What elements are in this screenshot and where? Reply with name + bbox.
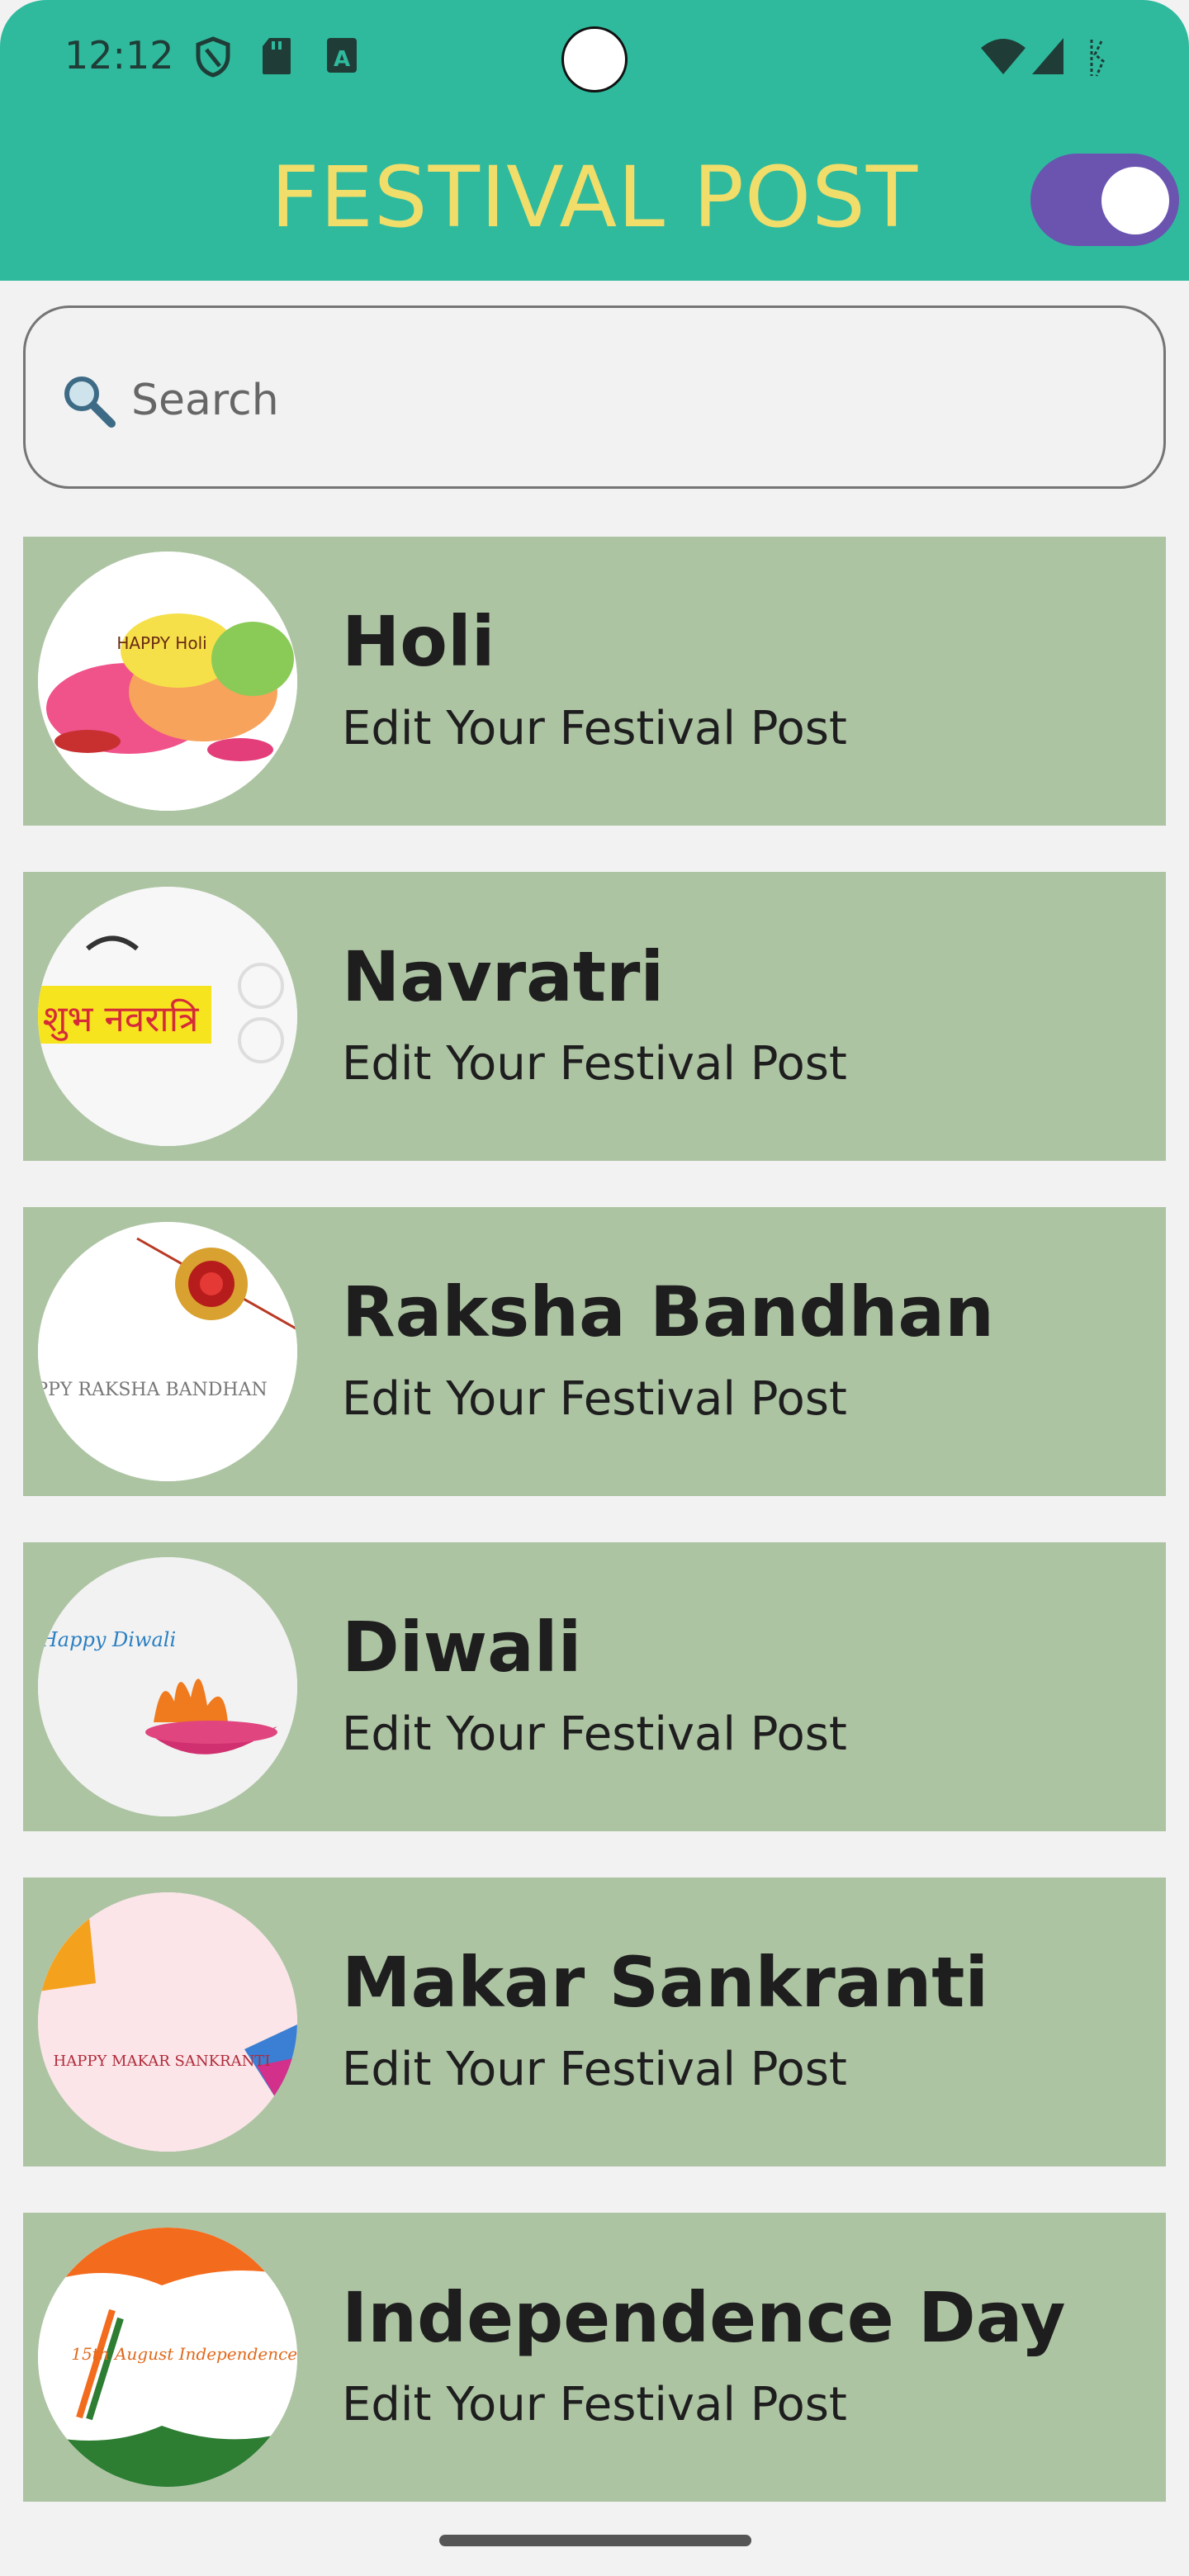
festival-subtitle: Edit Your Festival Post	[342, 2378, 847, 2432]
app-bar: 12:12 A FESTIVAL POST	[0, 0, 1189, 281]
festival-subtitle: Edit Your Festival Post	[342, 702, 847, 755]
festival-name: Makar Sankranti	[342, 1942, 989, 2023]
festival-name: Raksha Bandhan	[342, 1271, 994, 1352]
independence-day-thumbnail: 15th August Independence Day	[38, 2228, 297, 2487]
system-nav-bar	[0, 2502, 1189, 2576]
search-input[interactable]	[130, 372, 1041, 429]
festival-name: Holi	[342, 601, 495, 682]
svg-text:A: A	[334, 47, 350, 72]
battery-icon	[1090, 40, 1105, 77]
festival-name: Independence Day	[342, 2277, 1066, 2358]
festival-card-holi[interactable]: HAPPY Holi Holi Edit Your Festival Post	[23, 537, 1166, 826]
toggle-knob[interactable]	[1101, 167, 1169, 234]
festival-card-raksha-bandhan[interactable]: HAPPY RAKSHA BANDHAN Raksha Bandhan Edit…	[23, 1207, 1166, 1496]
navratri-image-text: शुभ नवरात्रि	[43, 998, 200, 1041]
makar-sankranti-thumbnail: HAPPY MAKAR SANKRANTI	[38, 1892, 297, 2152]
sd-card-icon	[263, 38, 291, 74]
festival-card-makar-sankranti[interactable]: HAPPY MAKAR SANKRANTI Makar Sankranti Ed…	[23, 1878, 1166, 2166]
holi-image-text: HAPPY Holi	[116, 633, 206, 653]
raksha-bandhan-thumbnail: HAPPY RAKSHA BANDHAN	[38, 1222, 297, 1481]
holi-thumbnail: HAPPY Holi	[38, 552, 297, 811]
festival-subtitle: Edit Your Festival Post	[342, 1707, 847, 1761]
app-title: FESTIVAL POST	[270, 149, 919, 247]
independence-image-text: 15th August Independence Day	[71, 2344, 297, 2364]
festival-subtitle: Edit Your Festival Post	[342, 1372, 847, 1426]
makar-image-text: HAPPY MAKAR SANKRANTI	[54, 2053, 271, 2070]
festival-subtitle: Edit Your Festival Post	[342, 2043, 847, 2096]
theme-toggle[interactable]	[1030, 154, 1179, 246]
wifi-icon	[981, 39, 1026, 74]
festival-name: Navratri	[342, 936, 665, 1017]
festival-subtitle: Edit Your Festival Post	[342, 1037, 847, 1091]
signal-icon	[1032, 38, 1063, 74]
status-time: 12:12	[64, 33, 174, 78]
raksha-image-text: HAPPY RAKSHA BANDHAN	[38, 1380, 268, 1400]
diwali-image-text: Happy Diwali	[40, 1628, 176, 1651]
home-gesture-handle[interactable]	[439, 2535, 751, 2546]
a-icon: A	[327, 38, 357, 73]
shield-icon	[196, 36, 230, 78]
diwali-thumbnail: Happy Diwali	[38, 1557, 297, 1816]
status-bar: 12:12 A	[0, 0, 1189, 124]
festival-card-independence-day[interactable]: 15th August Independence Day Independenc…	[23, 2213, 1166, 2502]
search-bar[interactable]	[23, 305, 1166, 489]
front-camera	[561, 26, 628, 92]
festival-name: Diwali	[342, 1607, 582, 1688]
navratri-thumbnail: शुभ नवरात्रि	[38, 887, 297, 1146]
search-icon[interactable]	[60, 372, 116, 429]
festival-card-diwali[interactable]: Happy Diwali Diwali Edit Your Festival P…	[23, 1542, 1166, 1831]
festival-card-navratri[interactable]: शुभ नवरात्रि Navratri Edit Your Festival…	[23, 872, 1166, 1161]
